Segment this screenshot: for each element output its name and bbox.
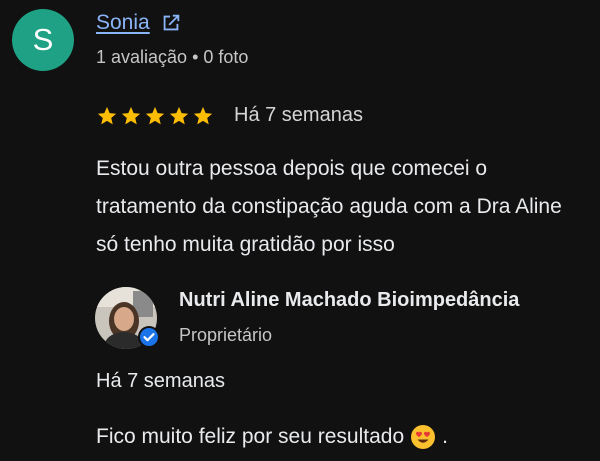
reviewer-name-link[interactable]: Sonia bbox=[96, 11, 150, 35]
reply-text: Fico muito feliz por seu resultado bbox=[96, 425, 405, 448]
reply-text-end: . bbox=[442, 425, 448, 448]
reviewer-stats: 1 avaliação • 0 foto bbox=[96, 47, 249, 67]
owner-avatar[interactable] bbox=[95, 287, 160, 349]
reviewer-avatar[interactable]: S bbox=[12, 9, 74, 71]
review-card: S Sonia 1 avaliação • 0 foto Há 7 semana… bbox=[0, 0, 600, 461]
star-icon bbox=[97, 106, 117, 124]
review-text: Estou outra pessoa depois que comecei o … bbox=[96, 157, 562, 256]
reviewer-header: Sonia bbox=[96, 11, 182, 35]
owner-name[interactable]: Nutri Aline Machado Bioimpedância bbox=[179, 289, 519, 312]
review-date: Há 7 semanas bbox=[234, 104, 363, 126]
reply-date: Há 7 semanas bbox=[96, 370, 225, 392]
heart-eyes-emoji-icon bbox=[411, 425, 436, 449]
star-icon bbox=[169, 106, 189, 124]
star-icon bbox=[145, 106, 165, 124]
reply-body: Fico muito feliz por seu resultado . bbox=[96, 424, 448, 450]
star-icon bbox=[121, 106, 141, 124]
owner-role: Proprietário bbox=[179, 325, 273, 345]
rating-row: Há 7 semanas bbox=[96, 104, 363, 127]
star-rating bbox=[96, 105, 214, 127]
verified-check-icon bbox=[138, 326, 160, 348]
external-link-icon[interactable] bbox=[160, 12, 182, 34]
star-icon bbox=[193, 106, 213, 124]
reviewer-initial: S bbox=[32, 22, 54, 57]
